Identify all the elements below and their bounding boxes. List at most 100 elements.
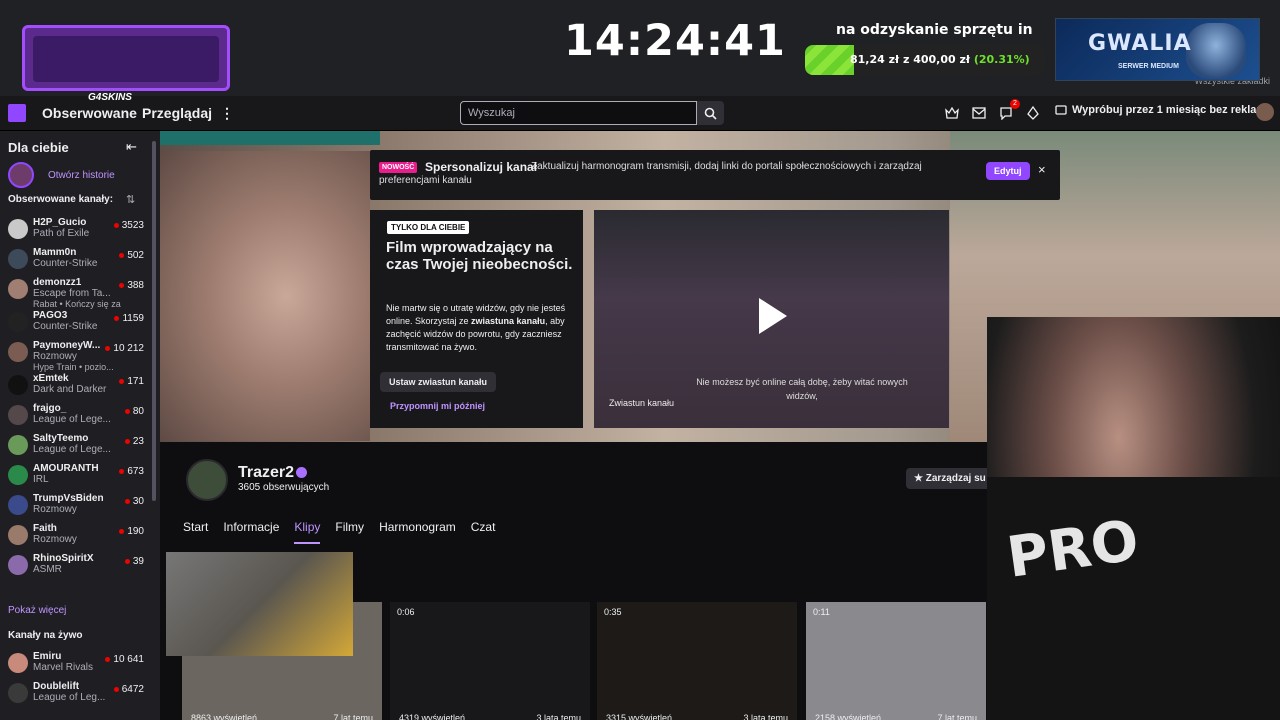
clock-overlay: 14:24:41 (564, 16, 786, 66)
channel-row[interactable]: PaymoneyW... Rozmowy Hype Train • pozio...… (8, 340, 148, 372)
clip-card[interactable]: 0:11 2158 wyświetleń 7 lat temu (806, 602, 986, 720)
nav-followed-link[interactable]: Obserwowane (42, 105, 137, 121)
trailer-description: Nie martw się o utratę widzów, gdy nie j… (386, 302, 576, 354)
tab-informacje[interactable]: Informacje (223, 520, 279, 544)
viewer-count: 190 (119, 526, 144, 537)
inbox-icon[interactable] (971, 105, 987, 121)
goal-amount: 81,24 zł (850, 53, 900, 66)
viewer-count: 6472 (113, 684, 144, 695)
live-dot-icon (105, 346, 111, 351)
trailer-video[interactable]: Nie możesz być online całą dobę, żeby wi… (594, 210, 949, 428)
play-icon[interactable] (759, 298, 787, 334)
live-dot-icon (113, 223, 119, 228)
viewer-count: 171 (119, 376, 144, 387)
channel-avatar (8, 375, 28, 395)
tab-filmy[interactable]: Filmy (335, 520, 364, 544)
clip-views: 4319 wyświetleń (399, 713, 466, 720)
edit-button[interactable]: Edytuj (986, 162, 1030, 180)
trailer-title: Film wprowadzający na czas Twojej nieobe… (386, 239, 573, 273)
clip-card[interactable]: 0:35 3315 wyświetleń 3 lata temu (597, 602, 797, 720)
viewer-count-value: 10 212 (113, 343, 144, 354)
clip-thumbnail[interactable] (166, 552, 353, 656)
channel-category: Rozmowy (33, 351, 77, 362)
channel-row[interactable]: Emiru Marvel Rivals 10 641 (8, 651, 148, 679)
sort-icon[interactable]: ⇅ (126, 193, 135, 206)
clip-duration: 0:06 (397, 607, 415, 617)
channel-row[interactable]: Mamm0n Counter-Strike 502 (8, 247, 148, 275)
viewer-count-value: 502 (127, 250, 144, 261)
clip-age: 3 lata temu (743, 713, 788, 720)
channel-avatar (8, 342, 28, 362)
clip-card[interactable]: 0:06 4319 wyświetleń 3 lata temu (390, 602, 590, 720)
verified-icon (296, 467, 307, 478)
twitch-logo-icon[interactable] (8, 104, 26, 122)
channel-row[interactable]: AMOURANTH IRL 673 (8, 463, 148, 491)
close-icon[interactable]: × (1038, 162, 1046, 177)
collapse-sidebar-icon[interactable]: ⇤ (126, 139, 137, 155)
search-icon (704, 107, 717, 120)
live-dot-icon (113, 687, 119, 692)
channel-row[interactable]: xEmtek Dark and Darker 171 (8, 373, 148, 401)
clip-duration: 0:35 (604, 607, 622, 617)
channel-row[interactable]: RhinoSpiritX ASMR 39 (8, 553, 148, 581)
sidebar-scrollbar[interactable] (152, 141, 156, 501)
show-more-link[interactable]: Pokaż więcej (8, 605, 66, 616)
live-dot-icon (119, 379, 125, 384)
banner-image (160, 151, 370, 441)
channel-row[interactable]: TrumpVsBiden2...Rozmowy 30 (8, 493, 148, 521)
gwalia-subtitle: SERWER MEDIUM (1118, 63, 1179, 70)
manage-button[interactable]: ★ Zarządzaj su (906, 468, 994, 489)
bits-icon[interactable] (1025, 105, 1041, 121)
tab-klipy[interactable]: Klipy (294, 520, 321, 544)
live-dot-icon (119, 529, 125, 534)
goal-percent: (20.31%) (973, 53, 1030, 66)
viewer-count-value: 10 641 (113, 654, 144, 665)
more-vertical-icon[interactable]: ⋮ (220, 105, 234, 122)
remind-later-link[interactable]: Przypomnij mi później (390, 401, 485, 411)
search-input[interactable] (460, 101, 697, 125)
channel-row[interactable]: PAGO3 Counter-Strike 1159 (8, 310, 148, 338)
stories-row[interactable]: Otwórz historie (8, 162, 148, 188)
live-dot-icon (119, 469, 125, 474)
crown-icon[interactable] (944, 105, 960, 121)
sidebar: Dla ciebie ⇤ Otwórz historie Obserwowane… (0, 131, 160, 720)
g4skins-logo: G4SKINS (88, 92, 132, 103)
channel-tabs: Start Informacje Klipy Filmy Harmonogram Czat (183, 520, 495, 544)
set-trailer-button[interactable]: Ustaw zwiastun kanału (380, 372, 497, 392)
clip-age: 7 lat temu (937, 713, 977, 720)
viewer-count: 30 (124, 496, 144, 507)
search-button[interactable] (697, 101, 724, 125)
ad-free-promo-button[interactable]: Wypróbuj przez 1 miesiąc bez reklam (1055, 104, 1266, 116)
channel-category: League of Lege... (33, 444, 111, 455)
channel-row[interactable]: demonzz1 Escape from Ta... Rabat • Kończy … (8, 277, 148, 309)
viewer-count: 388 (119, 280, 144, 291)
channel-name: TrumpVsBiden2... (33, 493, 103, 504)
viewer-count-value: 673 (127, 466, 144, 477)
top-navigation: Obserwowane Przeglądaj ⋮ Wypróbuj przez … (0, 96, 1280, 131)
live-dot-icon (124, 409, 130, 414)
channel-name: Faith (33, 523, 57, 534)
channel-category: Escape from Ta... (33, 288, 111, 299)
channel-row[interactable]: frajgo_ League of Lege... 80 (8, 403, 148, 431)
viewer-count: 10 212 (105, 343, 144, 354)
clip-views: 2158 wyświetleń (815, 713, 882, 720)
user-avatar[interactable] (1256, 103, 1274, 121)
channel-category: ASMR (33, 564, 62, 575)
tab-czat[interactable]: Czat (471, 520, 496, 544)
tab-start[interactable]: Start (183, 520, 208, 544)
channel-row[interactable]: SaltyTeemo League of Lege... 23 (8, 433, 148, 461)
channel-row[interactable]: Faith Rozmowy 190 (8, 523, 148, 551)
knight-image (1186, 23, 1246, 79)
channel-category: Counter-Strike (33, 321, 98, 332)
open-stories-link[interactable]: Otwórz historie (48, 170, 115, 181)
tab-harmonogram[interactable]: Harmonogram (379, 520, 456, 544)
viewer-count: 23 (124, 436, 144, 447)
channel-row[interactable]: Doublelift League of Leg... 6472 (8, 681, 148, 709)
channel-row[interactable]: H2P_Gucio Path of Exile 3523 (8, 217, 148, 245)
channel-avatar (8, 279, 28, 299)
channel-category: Marvel Rivals (33, 662, 94, 673)
nav-browse-link[interactable]: Przeglądaj (142, 105, 212, 121)
channel-avatar[interactable] (186, 459, 228, 501)
promo-label: Wypróbuj przez 1 miesiąc bez reklam (1072, 104, 1267, 116)
clip-duration: 0:11 (813, 607, 830, 617)
